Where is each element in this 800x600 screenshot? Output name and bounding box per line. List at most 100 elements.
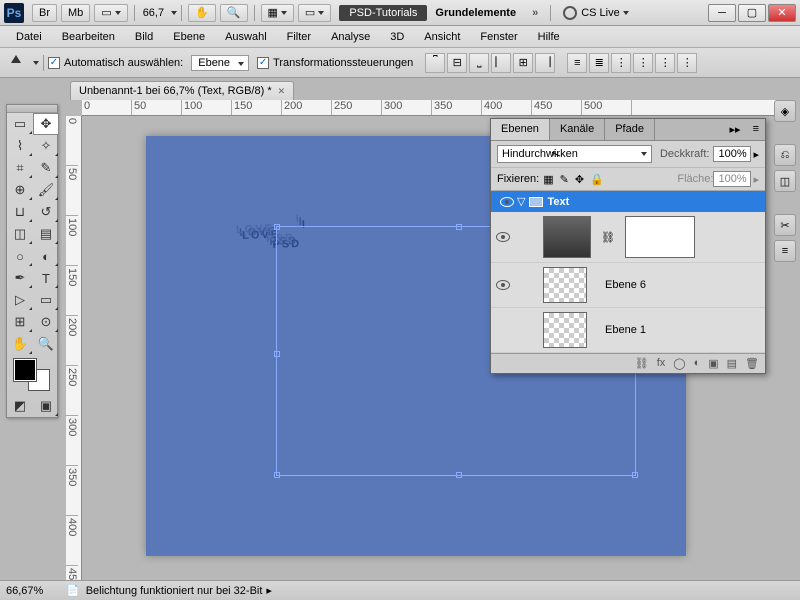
view-extras-button[interactable]: ▭ [94,4,127,22]
path-select-tool[interactable]: ▷ [7,289,33,311]
new-layer-icon[interactable]: ▤ [727,357,737,370]
delete-layer-icon[interactable]: 🗑 [745,357,759,370]
menu-auswahl[interactable]: Auswahl [215,28,277,46]
marquee-tool[interactable]: ▭ [7,113,33,135]
align-vcenter[interactable]: ⊟ [447,53,467,73]
workspace-psd-tutorials[interactable]: PSD-Tutorials [339,5,427,21]
dock-edit-icon[interactable]: ✂ [774,214,796,236]
align-top[interactable]: ⎴ [425,53,445,73]
foreground-color[interactable] [14,359,36,381]
dock-paths-icon[interactable]: ⎌ [774,144,796,166]
shape-tool[interactable]: ▭ [33,289,59,311]
dock-layers2-icon[interactable]: ≡ [774,240,796,262]
align-bottom[interactable]: ⎵ [469,53,489,73]
workspace-grundelemente[interactable]: Grundelemente [427,5,524,21]
folder-toggle-icon[interactable]: ▽ [517,195,525,208]
toolbox-grip[interactable] [7,105,57,113]
distribute-4[interactable]: ⋮ [633,53,653,73]
layer-thumbnail[interactable] [543,312,587,348]
bridge-button[interactable]: Br [32,4,57,22]
lock-position-icon[interactable]: ✥ [575,173,584,186]
workspace-more-icon[interactable]: » [532,7,538,19]
mask-thumbnail[interactable] [625,216,695,258]
tab-pfade[interactable]: Pfade [605,119,655,140]
zoom-dropdown-icon[interactable] [171,11,177,15]
horizontal-ruler[interactable]: 050100150200250300350400450500 [82,100,776,116]
zoom-tool-button[interactable]: 🔍 [220,4,248,22]
auto-select-type[interactable]: Ebene [191,55,249,71]
status-arrow-icon[interactable]: ▸ [266,584,272,597]
color-swatches[interactable] [14,359,50,391]
blur-tool[interactable]: ○ [7,245,33,267]
close-tab-icon[interactable]: ✕ [278,86,286,97]
layer-name[interactable]: Ebene 6 [605,279,646,291]
layer-group-text[interactable]: ▽ Text [491,191,765,212]
layer-name[interactable]: Ebene 1 [605,324,646,336]
screenmode-button[interactable]: ▭ [298,4,331,22]
menu-bild[interactable]: Bild [125,28,163,46]
minimize-button[interactable]: ─ [708,4,736,22]
lock-all-icon[interactable]: 🔒 [590,173,604,186]
blend-mode-dropdown[interactable]: Hindurchwirken ↖ [497,145,652,163]
layer-row[interactable]: ⛓ [491,212,765,263]
stamp-tool[interactable]: ⊔ [7,201,33,223]
maximize-button[interactable]: ▢ [738,4,766,22]
lock-pixels-icon[interactable]: ✎ [560,173,569,186]
hand-tool[interactable]: ✋ [7,333,33,355]
eyedropper-tool[interactable]: ✎ [33,157,59,179]
layer-thumbnail[interactable] [543,216,591,258]
layer-fx-icon[interactable]: fx [657,357,666,370]
menu-filter[interactable]: Filter [277,28,321,46]
visibility-icon[interactable] [496,232,510,242]
distribute-5[interactable]: ⋮ [655,53,675,73]
eraser-tool[interactable]: ◫ [7,223,33,245]
distribute-1[interactable]: ≡ [567,53,587,73]
layer-row[interactable]: Ebene 6 [491,263,765,308]
distribute-2[interactable]: ≣ [589,53,609,73]
document-tab[interactable]: Unbenannt-1 bei 66,7% (Text, RGB/8) * ✕ [70,81,294,100]
lock-transparency-icon[interactable]: ▦ [543,173,553,186]
panel-menu-icon[interactable]: ≡ [747,119,765,140]
layer-thumbnail[interactable] [543,267,587,303]
zoom-level[interactable]: 66,7 [139,7,168,19]
type-tool[interactable]: T [33,267,59,289]
menu-ebene[interactable]: Ebene [163,28,215,46]
link-layers-icon[interactable]: ⛓ [635,357,649,370]
dock-shape-icon[interactable]: ◫ [774,170,796,192]
vertical-ruler[interactable]: 050100150200250300350400450500550600 [66,116,82,580]
dodge-tool[interactable]: ◐ [33,245,59,267]
add-mask-icon[interactable]: ◯ [673,357,685,370]
dock-layers-icon[interactable]: ◈ [774,100,796,122]
quickmask-button[interactable]: ◩ [7,395,33,417]
panel-collapse-icon[interactable]: ▸▸ [724,119,747,140]
menu-ansicht[interactable]: Ansicht [414,28,470,46]
tab-ebenen[interactable]: Ebenen [491,119,550,140]
auto-select-checkbox[interactable]: ✓ [48,57,60,69]
3d-camera-tool[interactable]: ⊙ [33,311,59,333]
history-brush-tool[interactable]: ↺ [33,201,59,223]
menu-bearbeiten[interactable]: Bearbeiten [52,28,125,46]
crop-tool[interactable]: ⌗ [7,157,33,179]
menu-datei[interactable]: Datei [6,28,52,46]
screenmode-tool[interactable]: ▣ [33,395,59,417]
close-button[interactable]: ✕ [768,4,796,22]
brush-tool[interactable]: 🖌 [33,179,59,201]
cs-live-button[interactable]: CS Live [563,6,629,20]
lasso-tool[interactable]: ⌇ [7,135,33,157]
opacity-slider-icon[interactable]: ▸ [753,148,759,161]
distribute-6[interactable]: ⋮ [677,53,697,73]
status-doc-icon[interactable]: 📄 [66,584,80,597]
hand-tool-button[interactable]: ✋ [188,4,216,22]
zoom-tool[interactable]: 🔍 [33,333,59,355]
adjustment-layer-icon[interactable]: ◐ [694,357,701,370]
arrange-button[interactable]: ▦ [261,4,294,22]
align-right[interactable]: ⎹ [535,53,555,73]
transform-checkbox[interactable]: ✓ [257,57,269,69]
move-tool[interactable]: ✥ [33,113,59,135]
minibridge-button[interactable]: Mb [61,4,90,22]
align-hcenter[interactable]: ⊞ [513,53,533,73]
magic-wand-tool[interactable]: ✧ [33,135,59,157]
3d-tool[interactable]: ⊞ [7,311,33,333]
fill-value[interactable]: 100% [713,171,751,187]
menu-3d[interactable]: 3D [380,28,414,46]
